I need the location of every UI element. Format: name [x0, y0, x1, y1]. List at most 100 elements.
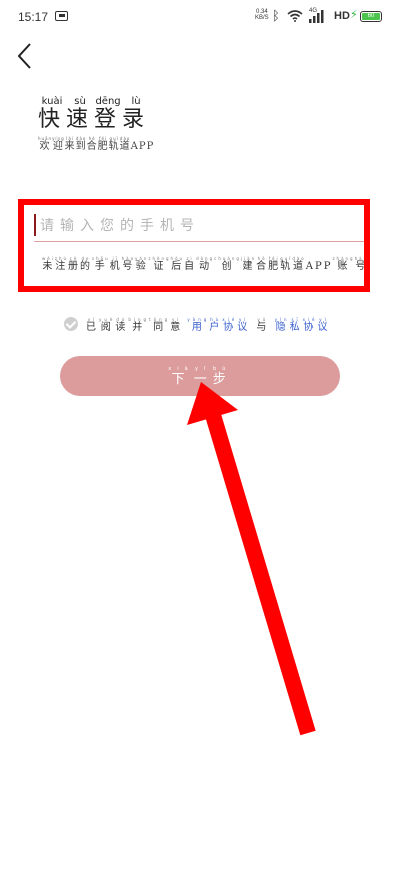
user-agreement-link[interactable]: 用yòng户hù协xié议yì — [187, 317, 251, 333]
ruby-char: 迎yíng — [52, 136, 65, 152]
ruby-char: 议yì — [237, 317, 251, 333]
char: 议 — [317, 322, 331, 333]
pinyin: tóng — [149, 317, 171, 322]
char: 轨 — [108, 141, 120, 152]
char: 登 — [94, 107, 123, 132]
ruby-char: 用yòng — [187, 317, 210, 333]
pinyin: yuè — [99, 317, 116, 322]
char: 步 — [212, 371, 232, 387]
back-button[interactable] — [12, 40, 42, 72]
ruby-char: 速sù — [66, 96, 95, 132]
ruby-char: 与yǔ — [256, 317, 270, 333]
battery-icon: 60 — [360, 11, 382, 22]
status-time: 15:17 — [18, 10, 49, 24]
ruby-char: 隐yǐn — [274, 317, 290, 333]
pinyin: bù — [212, 365, 232, 372]
pinyin: guǐ — [108, 136, 120, 141]
next-step-button[interactable]: 下xià一yī步bù — [60, 356, 340, 396]
ruby-char: 阅yuè — [99, 317, 116, 333]
notification-icon — [55, 11, 68, 21]
char: 合 — [86, 141, 98, 152]
char: 肥 — [97, 141, 109, 152]
pinyin: xié — [222, 317, 238, 322]
page-subtitle: 欢huān迎yíng来lái到dào合hé肥féi轨guǐ道dàoAPP — [38, 136, 154, 152]
pinyin: dú — [115, 317, 129, 322]
bluetooth-icon: ᛒ — [272, 9, 280, 24]
pinyin: dào — [119, 136, 131, 141]
pinyin: yǐ — [86, 317, 99, 322]
charging-icon: ⚡ — [350, 8, 358, 21]
pinyin: sī — [289, 317, 303, 322]
pinyin: hé — [86, 136, 98, 141]
char: 已 — [86, 322, 99, 333]
pinyin: féi — [97, 136, 109, 141]
pinyin: yíng — [52, 136, 65, 141]
signal-icon — [309, 10, 324, 23]
char: 道 — [119, 141, 131, 152]
char: 意 — [170, 322, 184, 333]
pinyin: xià — [168, 365, 194, 372]
battery-level: 60 — [362, 13, 380, 20]
char: 快 — [38, 107, 67, 132]
char: 下 — [168, 371, 194, 387]
status-bar: 15:17 0.34 KB/S ᛒ 4G HD ⚡ 60 — [0, 0, 400, 34]
ruby-char: 私sī — [289, 317, 303, 333]
ruby-char: 议yì — [317, 317, 331, 333]
ruby-char: 到dào — [75, 136, 87, 152]
char: 户 — [209, 322, 223, 333]
ruby-char: 户hù — [209, 317, 223, 333]
char: 到 — [75, 141, 87, 152]
char: 议 — [237, 322, 251, 333]
char: 用 — [187, 322, 210, 333]
pinyin: kuài — [38, 96, 67, 107]
ruby-char: 意yì — [170, 317, 184, 333]
agreement-checkbox[interactable] — [64, 317, 78, 331]
char: 录 — [122, 107, 151, 132]
pinyin: yì — [237, 317, 251, 322]
char: 协 — [222, 322, 238, 333]
pinyin: yòng — [187, 317, 210, 322]
ruby-char: 道dào — [119, 136, 131, 152]
ruby-char: APP — [131, 141, 155, 152]
pinyin: lái — [64, 136, 76, 141]
pinyin: dēng — [94, 96, 123, 107]
char: 迎 — [52, 141, 65, 152]
char: 欢 — [38, 141, 53, 152]
chevron-left-icon — [17, 43, 31, 69]
ruby-char: 录lù — [122, 96, 151, 132]
pinyin: dào — [75, 136, 87, 141]
pinyin: huān — [38, 136, 53, 141]
ruby-char: 步bù — [212, 366, 232, 387]
ruby-char: 已yǐ — [86, 317, 99, 333]
network-speed: 0.34 KB/S — [255, 9, 269, 21]
ruby-char: 同tóng — [149, 317, 170, 333]
pinyin: hù — [209, 317, 223, 322]
pinyin: yì — [317, 317, 331, 322]
char: 与 — [256, 322, 270, 333]
privacy-policy-link[interactable]: 隐yǐn私sī协xié议yì — [274, 317, 331, 333]
pinyin: yǔ — [256, 317, 270, 322]
page-title: 快kuài速sù登dēng录lù — [38, 96, 150, 133]
char: 速 — [66, 107, 95, 132]
char: 私 — [289, 322, 303, 333]
ruby-char: 下xià — [168, 366, 194, 387]
ruby-char: 来lái — [64, 136, 76, 152]
pinyin: sù — [66, 96, 95, 107]
highlight-box — [18, 199, 370, 292]
char: 来 — [64, 141, 76, 152]
char: 协 — [302, 322, 318, 333]
char: 隐 — [274, 322, 290, 333]
annotation-arrow — [187, 382, 316, 736]
char: 阅 — [99, 322, 116, 333]
agreement-text: 已yǐ阅yuè读dú并bìng同tóng意yì 用yòng户hù协xié议yì … — [86, 317, 331, 333]
char: 并 — [128, 322, 150, 333]
ruby-char: 快kuài — [38, 96, 67, 132]
pinyin: yì — [170, 317, 184, 322]
char: APP — [130, 141, 155, 152]
pinyin: bìng — [128, 317, 150, 322]
char: 读 — [115, 322, 129, 333]
ruby-char: 欢huān — [38, 136, 53, 152]
ruby-char: 并bìng — [128, 317, 150, 333]
ruby-char: 协xié — [302, 317, 318, 333]
wifi-icon — [287, 10, 303, 22]
